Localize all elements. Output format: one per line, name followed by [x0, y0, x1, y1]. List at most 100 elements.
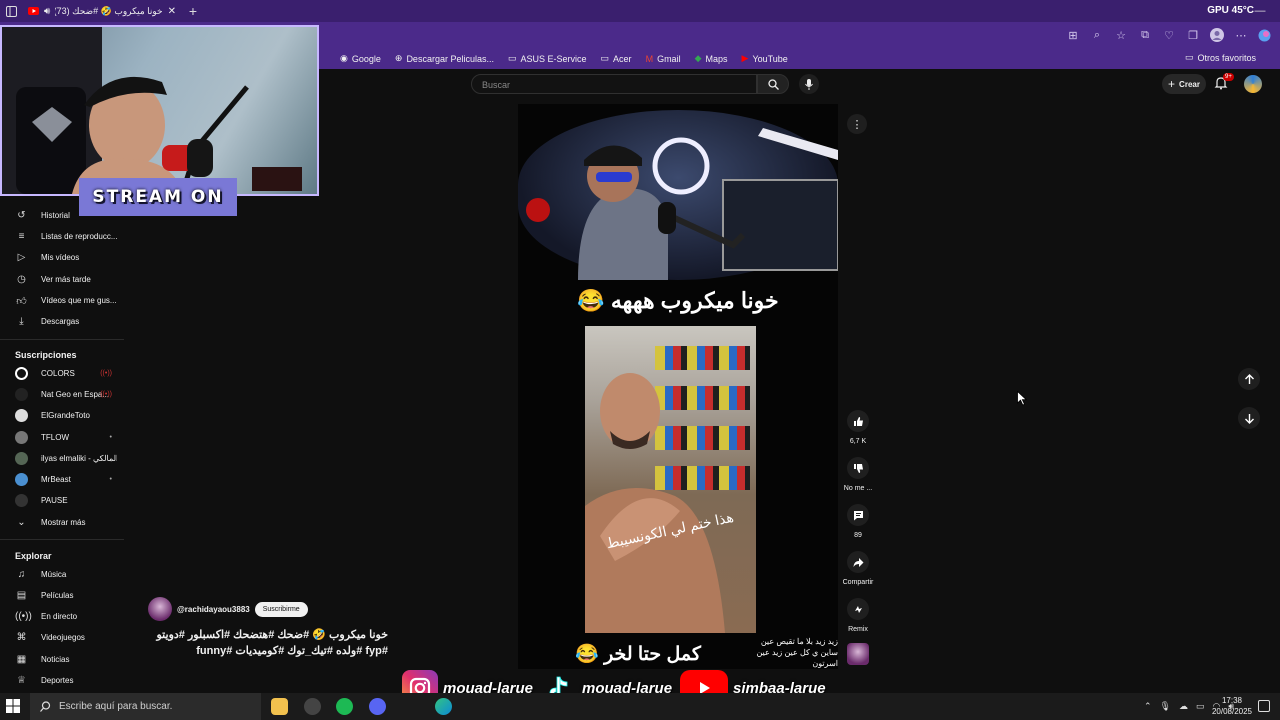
previous-video-button[interactable]: [1238, 368, 1260, 390]
browser-tab[interactable]: 🔊︎ خونا ميكروب 🤣 #ضحك (73) ✕: [22, 0, 182, 22]
settings-more-icon[interactable]: ⋯: [1234, 29, 1248, 42]
bookmark-descargar[interactable]: ⊕ Descargar Peliculas...: [395, 53, 494, 64]
bookmark-google[interactable]: ◉ Google: [340, 53, 381, 64]
tab-close-icon[interactable]: ✕: [168, 6, 176, 17]
sidebar-item-liked[interactable]: 👍︎ Vídeos que me gus...: [0, 290, 124, 311]
favorite-star-icon[interactable]: ☆: [1114, 29, 1128, 42]
folder-icon: ▭: [1184, 52, 1194, 62]
bookmark-asus[interactable]: ▭ ASUS E-Service: [508, 53, 587, 64]
sidebar-sub-colors[interactable]: COLORS ((•)): [0, 363, 124, 384]
file-explorer-icon[interactable]: [271, 698, 288, 715]
tab-audio-icon[interactable]: 🔊︎: [44, 6, 50, 17]
search-button[interactable]: [757, 74, 789, 94]
more-vertical-icon: ⋮: [851, 118, 863, 131]
sound-thumbnail[interactable]: [847, 643, 869, 665]
zoom-icon[interactable]: ⌕: [1090, 29, 1104, 42]
sidebar-explore-live[interactable]: ((•)) En directo: [0, 606, 124, 627]
arrow-down-icon: [1244, 413, 1254, 424]
bookmark-other-favorites[interactable]: ▭ Otros favoritos: [1185, 52, 1256, 63]
bookmark-youtube[interactable]: ▶ YouTube: [742, 53, 788, 64]
bookmark-maps[interactable]: ◆ Maps: [695, 53, 728, 64]
sidebar-item-my-videos[interactable]: ▷ Mis vídeos: [0, 247, 124, 268]
video-top-scene: [518, 110, 838, 280]
spotify-icon[interactable]: [336, 698, 353, 715]
mouse-cursor-icon: [1017, 391, 1027, 406]
sidebar-explore-sports[interactable]: ♕ Deportes: [0, 670, 124, 691]
channel-handle[interactable]: @rachidayaou3883: [177, 605, 250, 614]
video-title[interactable]: خونا ميكروب 🤣 #ضحك #هتضحك #اكسبلور #دويت…: [148, 627, 389, 659]
voice-search-button[interactable]: [799, 74, 819, 94]
like-button[interactable]: 6,7 K: [838, 410, 878, 445]
sidebar-item-label: TFLOW: [41, 433, 69, 442]
sidebar-sub-pause[interactable]: PAUSE: [0, 490, 124, 511]
remix-button[interactable]: Remix: [838, 598, 878, 633]
show-more-button[interactable]: ⌄ Mostrar más: [0, 512, 124, 533]
browser-essentials-icon[interactable]: ♡: [1162, 29, 1176, 42]
tab-title: خونا ميكروب 🤣 #ضحك (73): [55, 5, 163, 16]
share-icon: [847, 551, 869, 573]
sidebar-item-label: Videojuegos: [41, 633, 85, 642]
bookmark-label: ASUS E-Service: [520, 53, 587, 64]
history-icon: ↺: [17, 210, 26, 221]
sidebar-item-label: ElGrandeToto: [41, 411, 90, 420]
gmail-icon: M: [645, 53, 654, 64]
account-avatar[interactable]: [1244, 75, 1262, 93]
edge-icon[interactable]: [435, 698, 452, 715]
remix-label: Remix: [848, 626, 868, 633]
more-options-button[interactable]: ⋮: [847, 114, 867, 134]
comments-button[interactable]: 89: [838, 504, 878, 539]
sidebar-sub-elgrandetoto[interactable]: ElGrandeToto: [0, 405, 124, 426]
tray-network-icon[interactable]: ▭: [1196, 701, 1205, 712]
tray-mic-icon[interactable]: 🎙︎: [1160, 701, 1171, 712]
subscribe-button[interactable]: Suscribirme: [254, 601, 308, 617]
sidebar-sub-mrbeast[interactable]: MrBeast •: [0, 469, 124, 490]
bookmark-gmail[interactable]: M Gmail: [646, 54, 681, 64]
tray-cloud-icon[interactable]: ☁︎: [1179, 701, 1188, 712]
search-input[interactable]: Buscar: [471, 74, 757, 94]
app-available-icon[interactable]: ⊞: [1066, 29, 1080, 42]
sidebar-item-watch-later[interactable]: ◷ Ver más tarde: [0, 269, 124, 290]
sidebar-item-playlists[interactable]: ≡ Listas de reproducc...: [0, 226, 124, 247]
sidebar-sub-tflow[interactable]: TFLOW •: [0, 427, 124, 448]
sidebar-item-label: PAUSE: [41, 496, 68, 505]
dislike-button[interactable]: No me ...: [838, 457, 878, 492]
extensions-icon[interactable]: ⧉: [1138, 29, 1152, 42]
sidebar-explore-movies[interactable]: ▤ Películas: [0, 585, 124, 606]
google-icon: ◉: [340, 53, 348, 63]
channel-avatar: [15, 473, 28, 486]
windows-start-button[interactable]: [6, 699, 20, 713]
music-icon: ♫: [17, 569, 26, 580]
sidebar-explore-music[interactable]: ♫ Música: [0, 564, 124, 585]
sidebar-item-label: Descargas: [41, 317, 80, 326]
minimize-button[interactable]: —: [1240, 0, 1280, 22]
video-caption-top: خونا ميكروب هههه 😂: [577, 288, 779, 313]
new-tab-button[interactable]: +: [182, 0, 204, 22]
taskbar-clock[interactable]: 17:38 20/08/2025: [1212, 695, 1252, 717]
folder-icon: ▭: [600, 53, 610, 63]
liked-icon: 👍︎: [16, 295, 27, 307]
create-button[interactable]: + Crear: [1162, 74, 1206, 94]
share-button[interactable]: Compartir: [838, 551, 878, 586]
taskbar-search-input[interactable]: Escribe aquí para buscar.: [30, 693, 261, 720]
notifications-center-icon[interactable]: [1258, 700, 1270, 712]
youtube-icon: ▶: [741, 53, 749, 63]
bookmark-acer[interactable]: ▭ Acer: [601, 53, 632, 64]
channel-avatar[interactable]: [148, 597, 172, 621]
next-video-button[interactable]: [1238, 407, 1260, 429]
discord-icon[interactable]: [369, 698, 386, 715]
tray-chevron-up-icon[interactable]: ⌃: [1144, 701, 1152, 712]
profile-icon[interactable]: [1210, 28, 1224, 42]
sidebar-explore-gaming[interactable]: ⌘ Videojuegos: [0, 627, 124, 648]
collections-icon[interactable]: ❐: [1186, 29, 1200, 42]
sidebar-sub-ilyas[interactable]: ilyas elmaliki - المالكي ...: [0, 448, 124, 469]
sidebar-sub-natgeo[interactable]: Nat Geo en Espa... ((•)): [0, 384, 124, 405]
copilot-icon[interactable]: [1258, 29, 1272, 42]
sidebar-explore-news[interactable]: ▦ Noticias: [0, 649, 124, 670]
short-video-player[interactable]: خونا ميكروب هههه 😂 هذا ختم لي الكونسيبط …: [518, 104, 838, 669]
new-content-dot-icon: •: [109, 434, 112, 441]
sidebar-item-downloads[interactable]: ⤓ Descargas: [0, 311, 124, 332]
sidebar-item-label: Noticias: [41, 655, 70, 664]
obs-icon[interactable]: [304, 698, 321, 715]
workspaces-icon[interactable]: [0, 0, 22, 22]
stream-on-text: STREAM ON: [92, 187, 224, 207]
